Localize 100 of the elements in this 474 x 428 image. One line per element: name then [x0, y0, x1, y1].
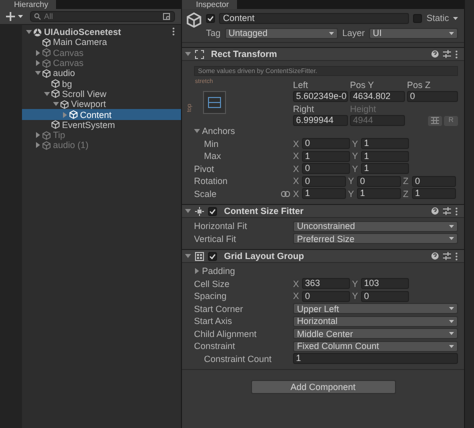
number-field[interactable]: 1: [357, 188, 401, 200]
number-field[interactable]: 0: [302, 163, 350, 174]
scene-search-icon[interactable]: [163, 12, 171, 20]
number-field[interactable]: 0: [412, 176, 456, 187]
caret-icon: [449, 320, 454, 323]
blueprint-button[interactable]: [428, 116, 442, 126]
number-field[interactable]: 1: [361, 150, 409, 162]
checkbox[interactable]: [413, 14, 422, 22]
number-field[interactable]: 103: [361, 278, 409, 290]
number-field[interactable]: 1: [293, 353, 458, 364]
hierarchy-item[interactable]: EventSystem: [22, 120, 181, 130]
search-field[interactable]: All: [30, 11, 175, 22]
name-field[interactable]: Content: [219, 12, 410, 24]
panel-tab[interactable]: Hierarchy: [0, 0, 56, 9]
cube-icon: [51, 79, 60, 88]
hierarchy-item[interactable]: Main Camera: [22, 37, 181, 48]
caret-icon: [453, 16, 458, 20]
number-field[interactable]: 0: [302, 138, 350, 150]
number-field[interactable]: 363: [302, 278, 350, 290]
number-field[interactable]: 0: [407, 91, 458, 102]
dropdown[interactable]: Upper Left: [293, 303, 458, 314]
checkbox[interactable]: [206, 14, 215, 22]
anchor-preset-button[interactable]: [203, 91, 226, 114]
hierarchy-item[interactable]: bg: [22, 78, 181, 89]
hierarchy-item[interactable]: Scroll View: [22, 88, 181, 100]
expand-arrow-icon[interactable]: [52, 101, 58, 108]
field-label: Left: [293, 80, 308, 90]
component-header[interactable]: Grid Layout Group: [182, 249, 464, 263]
caret-icon: [329, 32, 334, 34]
number-field[interactable]: 1: [412, 188, 456, 200]
number-field[interactable]: 6.999944: [293, 115, 348, 126]
menu-icon[interactable]: [455, 206, 458, 216]
menu-icon[interactable]: [172, 26, 175, 36]
menu-icon[interactable]: [455, 252, 458, 260]
number-field[interactable]: 1: [361, 138, 409, 150]
sliders-icon[interactable]: [443, 207, 451, 215]
dropdown[interactable]: Preferred Size: [293, 233, 458, 244]
dropdown[interactable]: Fixed Column Count: [293, 340, 458, 352]
number-field[interactable]: 5.602349e-0: [293, 91, 348, 102]
tag-dropdown[interactable]: Untagged: [224, 28, 338, 38]
help-icon[interactable]: [431, 252, 439, 260]
number-field[interactable]: 0: [361, 290, 409, 302]
add-component-button[interactable]: Add Component: [250, 380, 396, 394]
foldout-arrow-icon[interactable]: [194, 268, 200, 274]
checkbox[interactable]: [208, 206, 217, 216]
hierarchy-item[interactable]: Content: [22, 109, 181, 120]
foldout-arrow-icon[interactable]: [194, 128, 200, 134]
foldout-arrow-icon[interactable]: [185, 208, 191, 214]
cube-icon: [42, 38, 51, 47]
number-field[interactable]: 1: [302, 150, 350, 162]
create-button[interactable]: [6, 11, 26, 22]
cube-icon: [51, 89, 60, 98]
hierarchy-item[interactable]: Viewport: [22, 99, 181, 110]
dropdown[interactable]: Middle Center: [293, 328, 458, 340]
axis-label: X: [293, 151, 299, 162]
number-field[interactable]: 1: [302, 188, 346, 200]
sliders-icon[interactable]: [443, 252, 451, 260]
cube-icon: [42, 140, 51, 150]
static-label: Static: [426, 13, 449, 23]
axis-label: X: [293, 188, 299, 199]
dropdown[interactable]: Horizontal: [293, 316, 458, 327]
sliders-icon[interactable]: [443, 50, 451, 58]
rect-transform-icon: [195, 50, 204, 58]
caret-icon: [449, 224, 454, 228]
field-label: Start Axis: [194, 316, 232, 326]
hierarchy-item[interactable]: audio: [22, 68, 181, 78]
field-label: Pos Z: [407, 80, 431, 90]
axis-label: Y: [348, 188, 354, 199]
number-field[interactable]: 0: [302, 176, 346, 187]
layer-dropdown[interactable]: UI: [368, 28, 458, 38]
caret-icon: [449, 237, 454, 240]
help-icon[interactable]: [431, 50, 439, 58]
number-field[interactable]: 0: [302, 290, 350, 302]
component-header[interactable]: Rect Transform: [182, 47, 464, 61]
help-icon[interactable]: [431, 207, 439, 215]
foldout-arrow-icon[interactable]: [185, 51, 191, 57]
number-field[interactable]: 4634.802: [350, 91, 405, 102]
checkbox[interactable]: [208, 252, 217, 260]
foldout-arrow-icon[interactable]: [185, 253, 191, 259]
cube-icon: [42, 130, 51, 140]
component-header[interactable]: Content Size Fitter: [182, 204, 464, 218]
expand-arrow-icon[interactable]: [44, 90, 50, 97]
number-field[interactable]: 1: [361, 163, 409, 174]
axis-label: Y: [348, 176, 354, 186]
expand-arrow-icon[interactable]: [26, 29, 32, 36]
caret-icon: [449, 344, 454, 348]
axis-label: Z: [403, 176, 409, 186]
field-label: Vertical Fit: [194, 234, 236, 244]
hierarchy-item[interactable]: UIAudioScenetest: [22, 27, 181, 38]
menu-icon[interactable]: [455, 50, 458, 58]
search-icon: [34, 13, 41, 20]
link-icon[interactable]: [281, 190, 290, 197]
expand-arrow-icon[interactable]: [34, 70, 40, 76]
field-label: Spacing: [194, 291, 227, 302]
panel-tab[interactable]: Inspector: [182, 0, 237, 9]
scene-icon: [33, 28, 42, 37]
axis-label: Y: [352, 278, 358, 289]
field-label: Cell Size: [194, 278, 230, 289]
dropdown[interactable]: Unconstrained: [293, 220, 458, 232]
number-field[interactable]: 0: [357, 176, 401, 187]
